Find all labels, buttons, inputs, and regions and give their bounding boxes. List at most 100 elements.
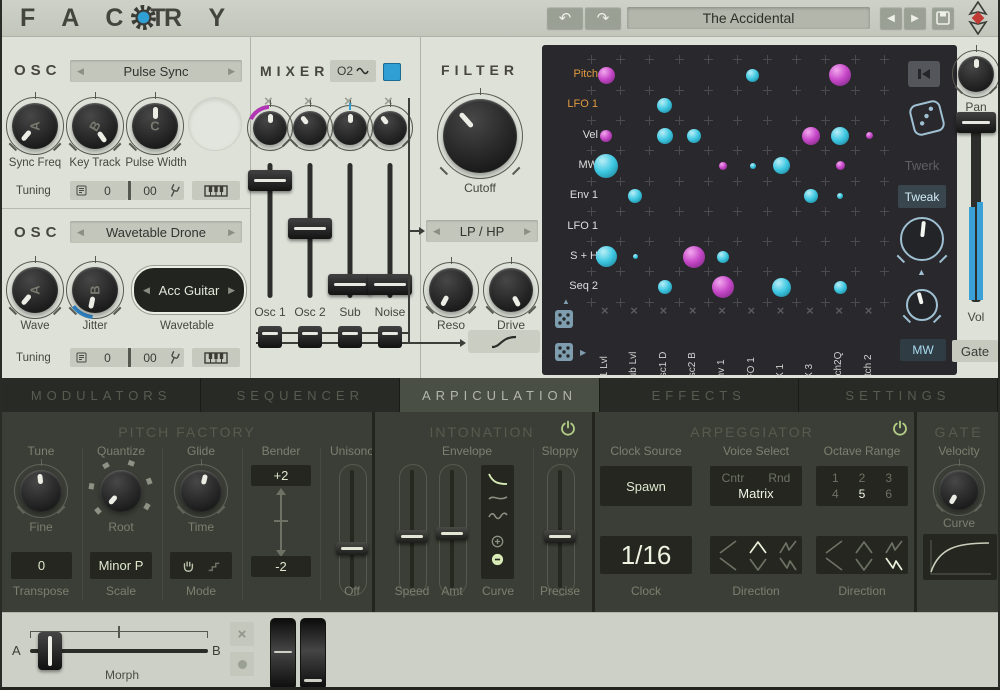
fader-handle[interactable] bbox=[288, 218, 332, 239]
redo-button[interactable]: ↷ bbox=[585, 7, 621, 29]
matrix-mod-dot[interactable] bbox=[834, 281, 847, 294]
matrix-row-label[interactable]: LFO 1 bbox=[542, 220, 598, 232]
matrix-mod-dot[interactable] bbox=[717, 251, 729, 263]
matrix-column-label[interactable]: Env 1 bbox=[716, 321, 727, 385]
drive-knob[interactable] bbox=[489, 268, 533, 312]
mixer-mod-knob-3[interactable] bbox=[333, 111, 367, 145]
matrix-column-clear-icon[interactable]: × bbox=[806, 303, 814, 318]
voice-select-box[interactable]: Cntr Rnd Matrix bbox=[710, 466, 802, 506]
ch4-pan-handle[interactable] bbox=[378, 326, 402, 348]
matrix-mod-dot[interactable] bbox=[594, 154, 618, 178]
arp-direction-downup-icon[interactable] bbox=[748, 556, 768, 572]
matrix-reset-button[interactable] bbox=[908, 61, 940, 87]
osc1-wave-prev-icon[interactable]: ◀ bbox=[77, 66, 84, 77]
clock-source-value[interactable]: Spawn bbox=[600, 466, 692, 506]
mixer-mod-knob-1[interactable] bbox=[253, 111, 287, 145]
arp-direction-up-icon[interactable] bbox=[718, 539, 738, 555]
matrix-mod-dot[interactable] bbox=[773, 157, 790, 174]
sub-osc-wave-button[interactable]: O2 bbox=[330, 60, 376, 82]
intonation-amt-fader[interactable] bbox=[436, 470, 468, 588]
transpose-value[interactable]: 0 bbox=[11, 552, 72, 579]
twerk-label[interactable]: Twerk bbox=[894, 158, 950, 173]
matrix-mod-dot[interactable] bbox=[831, 127, 849, 145]
arp-direction-zigup-icon[interactable] bbox=[778, 539, 798, 555]
save-preset-icon[interactable] bbox=[932, 7, 954, 29]
ch1-pan-handle[interactable] bbox=[258, 326, 282, 348]
fader-handle[interactable] bbox=[328, 274, 372, 295]
osc2-wavetable-selector[interactable]: ◀ Acc Guitar ▶ bbox=[132, 266, 246, 314]
matrix-mod-dot[interactable] bbox=[719, 162, 727, 170]
matrix-mod-dot[interactable] bbox=[687, 129, 701, 143]
matrix-column-clear-icon[interactable]: × bbox=[630, 303, 638, 318]
matrix-row-label[interactable]: MW bbox=[542, 159, 598, 171]
matrix-column-clear-icon[interactable]: × bbox=[718, 303, 726, 318]
fader-handle[interactable] bbox=[368, 274, 412, 295]
osc2-jitter-knob[interactable]: B bbox=[72, 267, 118, 313]
osc2-level-fader[interactable] bbox=[288, 163, 332, 298]
matrix-row-label[interactable]: Env 1 bbox=[542, 189, 598, 201]
matrix-row-label[interactable]: Vel bbox=[542, 129, 598, 141]
mixer-mod-knob-4[interactable] bbox=[373, 111, 407, 145]
matrix-column-label[interactable]: FX 3 bbox=[804, 321, 815, 385]
filter-mode-prev-icon[interactable]: ◀ bbox=[433, 226, 440, 237]
matrix-mod-dot[interactable] bbox=[657, 128, 673, 144]
preset-name-display[interactable]: The Accidental bbox=[627, 7, 870, 29]
octave-4[interactable]: 4 bbox=[832, 487, 839, 501]
ch2-pan-handle[interactable] bbox=[298, 326, 322, 348]
undo-button[interactable]: ↶ bbox=[547, 7, 583, 29]
arp-direction-down-icon[interactable] bbox=[718, 556, 738, 572]
intonation-speed-fader[interactable] bbox=[396, 470, 428, 588]
octave-1[interactable]: 1 bbox=[832, 471, 839, 485]
matrix-mod-dot[interactable] bbox=[596, 246, 617, 267]
intonation-curve-selector[interactable] bbox=[481, 465, 514, 579]
intonation-power-icon[interactable] bbox=[560, 420, 576, 436]
arp-direction-downup-icon[interactable] bbox=[854, 556, 874, 572]
osc2-wave-knob[interactable]: A bbox=[12, 267, 58, 313]
osc2-keytrack-button[interactable] bbox=[192, 348, 240, 367]
matrix-row-label[interactable]: S + H bbox=[542, 250, 598, 262]
osc1-keytrack-button[interactable] bbox=[192, 181, 240, 200]
twerk-dice-icon[interactable] bbox=[906, 97, 947, 138]
matrix-column-clear-icon[interactable]: × bbox=[601, 303, 609, 318]
matrix-mod-dot[interactable] bbox=[802, 127, 820, 145]
matrix-mod-dot[interactable] bbox=[600, 130, 612, 142]
osc1-semitone-field[interactable]: 0 bbox=[70, 181, 128, 200]
cutoff-knob[interactable] bbox=[443, 99, 517, 173]
osc1-cents-field[interactable]: 00 bbox=[131, 181, 184, 200]
matrix-row-label[interactable]: Pitch bbox=[542, 68, 598, 80]
sub-level-fader[interactable] bbox=[328, 163, 372, 298]
osc1-waveform-selector[interactable]: ◀ Pulse Sync ▶ bbox=[70, 60, 242, 82]
wavetable-next-icon[interactable]: ▶ bbox=[228, 285, 235, 296]
volume-fader[interactable] bbox=[954, 112, 998, 302]
matrix-mod-dot[interactable] bbox=[683, 246, 705, 268]
tab-effects[interactable]: EFFECTS bbox=[600, 378, 799, 412]
sloppy-fader[interactable] bbox=[544, 470, 576, 588]
matrix-column-label[interactable]: Sub Lvl bbox=[628, 321, 639, 385]
tweak-button[interactable]: Tweak bbox=[898, 185, 946, 208]
scale-value[interactable]: Minor P bbox=[90, 552, 152, 579]
quantize-knob[interactable] bbox=[100, 470, 142, 512]
clock-value[interactable]: 1/16 bbox=[600, 536, 692, 574]
osc2-cents-field[interactable]: 00 bbox=[131, 348, 184, 367]
voice-option-matrix[interactable]: Matrix bbox=[738, 486, 773, 501]
matrix-column-clear-icon[interactable]: × bbox=[835, 303, 843, 318]
arp-direction-updown-icon[interactable] bbox=[854, 539, 874, 555]
next-preset-button[interactable]: ▶ bbox=[904, 7, 926, 29]
matrix-dice-a-icon[interactable] bbox=[554, 309, 574, 329]
matrix-mod-dot[interactable] bbox=[658, 280, 672, 294]
matrix-mod-dot[interactable] bbox=[628, 189, 642, 203]
filter-mode-next-icon[interactable]: ▶ bbox=[524, 226, 531, 237]
octave-5[interactable]: 5 bbox=[859, 487, 866, 501]
tab-arpiculation[interactable]: ARPICULATION bbox=[400, 378, 599, 412]
tune-knob[interactable] bbox=[20, 470, 62, 512]
tab-modulators[interactable]: MODULATORS bbox=[2, 378, 201, 412]
matrix-column-label[interactable]: Pitch 2 bbox=[863, 321, 874, 385]
octave-range-box[interactable]: 1 2 3 4 5 6 bbox=[816, 466, 908, 506]
arp-direction-selector-2[interactable] bbox=[816, 536, 908, 574]
matrix-mod-dot[interactable] bbox=[866, 132, 873, 139]
voice-option-cntr[interactable]: Cntr bbox=[722, 471, 745, 485]
pitch-wheel[interactable] bbox=[270, 618, 296, 690]
reso-knob[interactable] bbox=[429, 268, 473, 312]
osc2-semitone-field[interactable]: 0 bbox=[70, 348, 128, 367]
noise-level-fader[interactable] bbox=[368, 163, 412, 298]
